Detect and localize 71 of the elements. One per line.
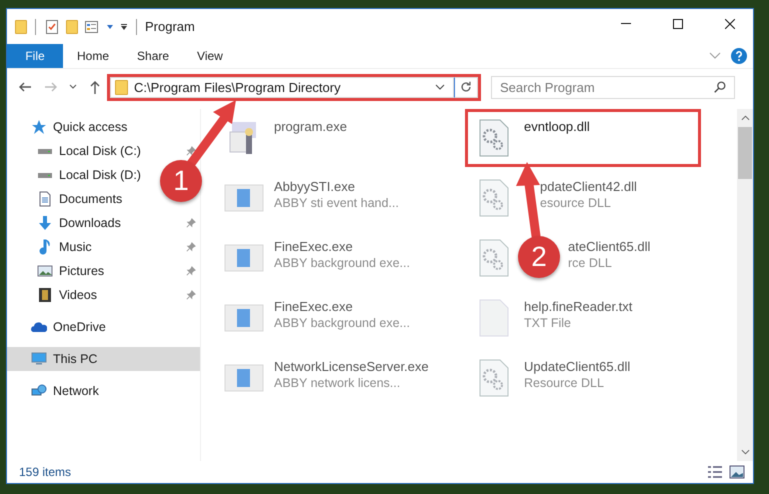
file-type: rce DLL xyxy=(568,256,613,270)
minimize-icon xyxy=(621,23,631,24)
nav-item[interactable]: This PC xyxy=(7,347,200,371)
pin-icon[interactable] xyxy=(186,218,196,228)
image-icon xyxy=(37,263,53,279)
star-icon xyxy=(31,119,47,135)
scrollbar[interactable] xyxy=(737,109,753,461)
film-icon xyxy=(37,287,53,303)
refresh-button[interactable] xyxy=(454,76,478,98)
customize-icon[interactable] xyxy=(120,22,128,30)
scrollbar-thumb[interactable] xyxy=(738,127,752,179)
file-type: ABBY network licens... xyxy=(274,376,402,390)
nav-item[interactable]: Videos xyxy=(7,283,101,307)
file-name[interactable]: help.fineReader.txt xyxy=(524,299,632,314)
nav-item[interactable]: Music xyxy=(7,235,96,259)
nav-item[interactable]: Documents xyxy=(7,187,126,211)
ribbon-tab[interactable]: Share xyxy=(123,44,184,68)
file-name[interactable]: FineExec.exe xyxy=(274,299,410,314)
file-type: ABBY background exe... xyxy=(274,316,410,330)
pin-icon[interactable] xyxy=(186,290,196,300)
scroll-up-icon[interactable] xyxy=(740,115,750,121)
nav-item[interactable]: Network xyxy=(7,379,103,403)
nav-item[interactable]: OneDrive xyxy=(7,315,110,339)
expand-ribbon-icon[interactable] xyxy=(709,52,721,60)
recent-locations-icon[interactable] xyxy=(69,83,77,91)
address-field[interactable]: C:\Program Files\Program Directory xyxy=(110,76,454,98)
search-icon[interactable] xyxy=(713,80,727,94)
ribbon-tab[interactable]: View xyxy=(183,44,237,68)
document-icon xyxy=(37,191,53,207)
refresh-icon xyxy=(459,80,473,94)
file-name[interactable]: program.exe xyxy=(274,119,347,134)
drive-icon xyxy=(37,172,53,178)
file-name[interactable]: NetworkLicenseServer.exe xyxy=(274,359,429,374)
file-name[interactable]: AbbyySTI.exe xyxy=(274,179,399,194)
nav-item[interactable]: Pictures xyxy=(7,259,108,283)
download-icon xyxy=(37,215,53,231)
file-name[interactable]: FineExec.exe xyxy=(274,239,410,254)
nav-item[interactable]: Local Disk (C:) xyxy=(7,139,145,163)
item-count: 159 items xyxy=(19,465,72,479)
file-type: esource DLL xyxy=(540,196,612,210)
nav-item[interactable]: Downloads xyxy=(7,211,125,235)
pin-icon[interactable] xyxy=(186,242,196,252)
maximize-icon xyxy=(673,18,683,28)
drive-icon xyxy=(37,148,53,154)
dropdown-icon[interactable] xyxy=(435,84,445,90)
properties-icon[interactable] xyxy=(84,18,100,34)
file-type: ABBY sti event hand... xyxy=(274,196,399,210)
music-note-icon xyxy=(37,239,53,255)
dropdown-icon[interactable] xyxy=(106,22,114,30)
file-type: TXT File xyxy=(524,316,572,330)
file-name[interactable]: pdateClient42.dll xyxy=(540,179,637,194)
window-title: Program xyxy=(145,19,195,34)
monitor-icon xyxy=(31,351,47,367)
file-name[interactable]: UpdateClient65.dll xyxy=(524,359,630,374)
nav-item[interactable]: Local Disk (D:) xyxy=(7,163,145,187)
close-icon xyxy=(725,18,735,28)
ribbon-tab[interactable]: Home xyxy=(63,44,124,68)
file-menu-button[interactable]: File xyxy=(7,44,63,68)
details-view-icon[interactable] xyxy=(707,464,723,480)
search-field[interactable]: Search Program xyxy=(491,76,735,98)
file-name[interactable]: ateClient65.dll xyxy=(568,239,650,254)
thumbnail-view-icon[interactable] xyxy=(729,464,745,480)
pin-icon[interactable] xyxy=(186,146,196,156)
file-type: Resource DLL xyxy=(524,376,605,390)
file-type: ABBY background exe... xyxy=(274,256,410,270)
help-icon[interactable] xyxy=(731,48,747,64)
checklist-icon[interactable] xyxy=(44,18,60,34)
scroll-down-icon[interactable] xyxy=(740,449,750,455)
pin-icon[interactable] xyxy=(186,266,196,276)
nav-item[interactable]: Quick access xyxy=(7,115,132,139)
file-name[interactable]: evntloop.dll xyxy=(524,119,590,134)
